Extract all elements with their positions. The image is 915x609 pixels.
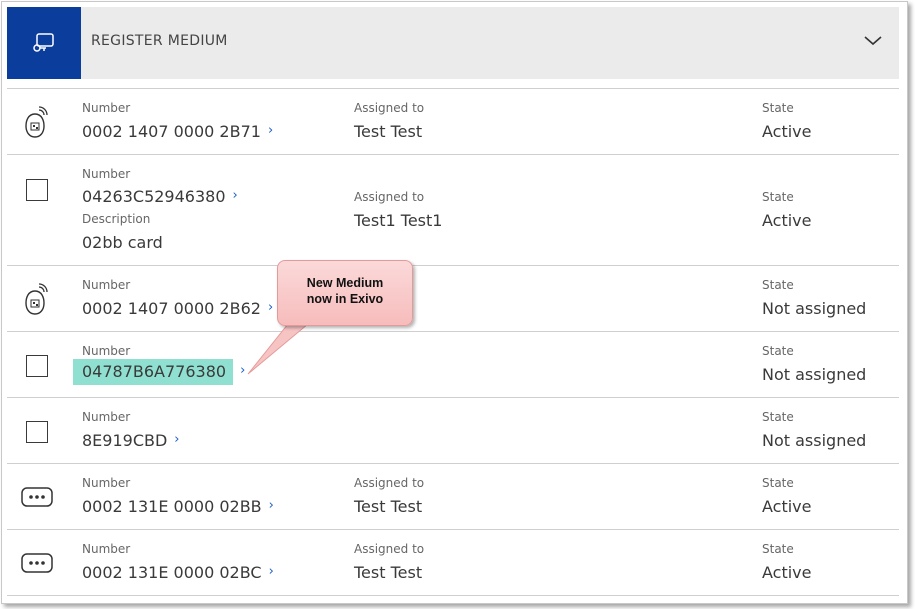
pin-code-icon	[20, 546, 54, 580]
list-item[interactable]: Number 0002 131E 0000 02BC › Assigned to …	[7, 529, 899, 596]
card-checkbox[interactable]	[26, 179, 48, 201]
state-value: Not assigned	[762, 365, 867, 384]
card-icon	[20, 349, 54, 383]
chevron-right-icon[interactable]: ›	[233, 188, 238, 203]
number-label: Number	[82, 101, 131, 115]
medium-number-text[interactable]: 8E919CBD	[82, 431, 167, 450]
chevron-right-icon[interactable]: ›	[269, 498, 274, 513]
medium-number-text[interactable]: 0002 131E 0000 02BB	[82, 497, 262, 516]
medium-number: 8E919CBD ›	[82, 431, 180, 450]
description-label: Description	[82, 212, 151, 226]
state-label: State	[762, 542, 794, 556]
assigned-to-label: Assigned to	[354, 542, 425, 556]
state-label: State	[762, 278, 794, 292]
media-list: Number 0002 1407 0000 2B71 › Assigned to …	[7, 88, 899, 596]
assigned-to-label: Assigned to	[354, 101, 425, 115]
medium-number-text[interactable]: 0002 1407 0000 2B71	[82, 122, 261, 141]
state-label: State	[762, 101, 794, 115]
chevron-right-icon[interactable]: ›	[268, 123, 273, 138]
card-icon	[20, 173, 54, 207]
state-value: Not assigned	[762, 299, 867, 318]
medium-number: 0002 131E 0000 02BB ›	[82, 497, 274, 516]
callout-line-2: now in Exivo	[306, 292, 384, 306]
number-label: Number	[82, 344, 131, 358]
medium-number: 0002 1407 0000 2B71 ›	[82, 122, 273, 141]
state-value: Active	[762, 122, 812, 141]
rfid-keyfob-icon	[20, 105, 54, 139]
assigned-to-value: Test1 Test1	[354, 211, 443, 230]
register-medium-panel: REGISTER MEDIUM Number 0002 1407 0000 2B…	[1, 1, 908, 604]
state-label: State	[762, 190, 794, 204]
assigned-to-label: Assigned to	[354, 476, 425, 490]
state-label: State	[762, 476, 794, 490]
medium-number-text[interactable]: 04263C52946380	[82, 187, 226, 206]
assigned-to-value: Test Test	[354, 497, 423, 516]
register-medium-header[interactable]: REGISTER MEDIUM	[7, 7, 899, 79]
description-value: 02bb card	[82, 233, 163, 252]
card-checkbox[interactable]	[26, 421, 48, 443]
medium-number-text[interactable]: 0002 1407 0000 2B62	[82, 299, 261, 318]
number-label: Number	[82, 167, 131, 181]
medium-number: 04787B6A776380 ›	[73, 359, 245, 385]
register-key-icon	[33, 33, 54, 52]
state-label: State	[762, 410, 794, 424]
chevron-right-icon[interactable]: ›	[174, 432, 179, 447]
state-value: Active	[762, 211, 812, 230]
card-icon	[20, 415, 54, 449]
chevron-right-icon[interactable]: ›	[269, 564, 274, 579]
medium-number: 04263C52946380 ›	[82, 187, 238, 206]
assigned-to-label: Assigned to	[354, 190, 425, 204]
medium-number-text[interactable]: 0002 131E 0000 02BC	[82, 563, 262, 582]
number-label: Number	[82, 542, 131, 556]
state-value: Active	[762, 497, 812, 516]
list-item[interactable]: Number 04263C52946380 › Description 02bb …	[7, 154, 899, 265]
state-value: Not assigned	[762, 431, 867, 450]
state-value: Active	[762, 563, 812, 582]
callout-line-1: New Medium	[306, 276, 384, 290]
assigned-to-value: Test Test	[354, 563, 423, 582]
chevron-down-icon[interactable]	[861, 29, 885, 53]
assigned-to-value: Test Test	[354, 122, 423, 141]
medium-number: 0002 131E 0000 02BC ›	[82, 563, 274, 582]
rfid-keyfob-icon	[20, 282, 54, 316]
register-medium-icon-box	[7, 7, 81, 79]
number-label: Number	[82, 476, 131, 490]
medium-number-text[interactable]: 04787B6A776380	[73, 359, 234, 385]
pin-code-icon	[20, 480, 54, 514]
number-label: Number	[82, 410, 131, 424]
header-title: REGISTER MEDIUM	[91, 33, 228, 49]
list-item[interactable]: Number 0002 1407 0000 2B62 › State Not as…	[7, 265, 899, 331]
annotation-callout: New Medium now in Exivo	[277, 260, 413, 326]
state-label: State	[762, 344, 794, 358]
list-item[interactable]: Number 04787B6A776380 › State Not assigne…	[7, 331, 899, 397]
card-checkbox[interactable]	[26, 355, 48, 377]
list-item[interactable]: Number 8E919CBD › State Not assigned	[7, 397, 899, 463]
number-label: Number	[82, 278, 131, 292]
list-item[interactable]: Number 0002 1407 0000 2B71 › Assigned to …	[7, 88, 899, 154]
list-item[interactable]: Number 0002 131E 0000 02BB › Assigned to …	[7, 463, 899, 529]
